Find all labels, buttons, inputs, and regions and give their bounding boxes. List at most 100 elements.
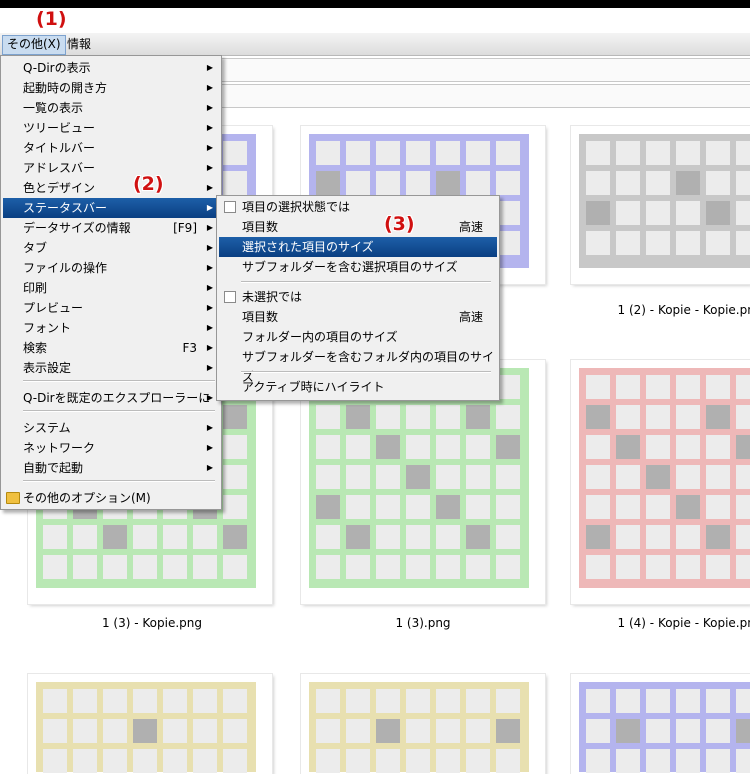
grid-cell: [436, 749, 460, 773]
submenu-item-7[interactable]: サブフォルダーを含むフォルダ内の項目のサイズ: [219, 347, 497, 384]
grid-cell: [736, 525, 750, 549]
menu-item-18[interactable]: ネットワーク ▶: [3, 438, 219, 458]
address-bar[interactable]: [218, 58, 750, 82]
menu-item-12[interactable]: プレビュー ▶: [3, 298, 219, 318]
menu-item-label: 色とデザイン: [23, 181, 96, 195]
submenu-arrow-icon: ▶: [206, 443, 213, 452]
menu-item-8[interactable]: データサイズの情報 [F9] ▶: [3, 218, 219, 238]
submenu-item-label: 選択された項目のサイズ: [242, 240, 374, 254]
submenu-item-2[interactable]: 選択された項目のサイズ: [219, 237, 497, 257]
menu-item-5[interactable]: アドレスバー ▶: [3, 158, 219, 178]
grid-cell: [103, 749, 127, 773]
path-bar[interactable]: [218, 84, 750, 108]
grid-cell: [376, 465, 400, 489]
menu-other[interactable]: その他(X): [2, 35, 66, 55]
submenu-arrow-icon: ▶: [206, 103, 213, 112]
menu-item-11[interactable]: 印刷 ▶: [3, 278, 219, 298]
menu-item-20[interactable]: その他のオプション(M): [3, 488, 219, 508]
menu-item-7[interactable]: ステータスバー ▶: [3, 198, 219, 218]
grid-cell: [676, 405, 700, 429]
grid-cell: [736, 495, 750, 519]
submenu-arrow-icon: ▶: [206, 243, 213, 252]
submenu-item-8[interactable]: アクティブ時にハイライト: [219, 377, 497, 397]
menu-item-6[interactable]: 色とデザイン ▶: [3, 178, 219, 198]
grid-cell: [496, 749, 520, 773]
grid-cell: [406, 405, 430, 429]
grid-cell: [736, 749, 750, 773]
menu-item-3[interactable]: ツリービュー ▶: [3, 118, 219, 138]
submenu-item-1[interactable]: 項目数 高速: [219, 217, 497, 237]
submenu-item-3[interactable]: サブフォルダーを含む選択項目のサイズ: [219, 257, 497, 277]
grid-cell: [346, 719, 370, 743]
thumbnail[interactable]: [301, 674, 545, 774]
grid-cell: [616, 141, 640, 165]
grid-cell: [133, 749, 157, 773]
menu-item-13[interactable]: フォント ▶: [3, 318, 219, 338]
grid-cell: [496, 141, 520, 165]
grid-cell: [676, 465, 700, 489]
menu-item-16[interactable]: Q-Dirを既定のエクスプローラーに ▶: [3, 388, 219, 408]
menu-info[interactable]: 情報: [63, 35, 95, 53]
menu-item-1[interactable]: 起動時の開き方 ▶: [3, 78, 219, 98]
grid-cell: [736, 171, 750, 195]
grid-cell: [163, 689, 187, 713]
other-menu: Q-Dirの表示 ▶ 起動時の開き方 ▶ 一覧の表示 ▶ ツリービュー ▶ タイトルバー ▶ アドレ…: [0, 55, 222, 510]
grid-cell: [436, 689, 460, 713]
submenu-item-5[interactable]: 項目数 高速: [219, 307, 497, 327]
grid-cell: [223, 749, 247, 773]
grid-cell: [586, 555, 610, 579]
thumbnail[interactable]: [28, 674, 272, 774]
grid-cell: [706, 375, 730, 399]
submenu-arrow-icon: ▶: [206, 263, 213, 272]
grid-cell: [616, 719, 640, 743]
menu-item-14[interactable]: 検索 F3 ▶: [3, 338, 219, 358]
grid-cell: [436, 555, 460, 579]
grid-cell: [73, 689, 97, 713]
menu-item-15[interactable]: 表示設定 ▶: [3, 358, 219, 378]
grid-cell: [706, 749, 730, 773]
thumbnail[interactable]: [571, 126, 750, 284]
grid-cell: [706, 201, 730, 225]
menu-item-shortcut: F3: [182, 341, 197, 355]
grid-cell: [646, 435, 670, 459]
menu-item-label: Q-Dirを既定のエクスプローラーに: [23, 391, 211, 405]
grid-cell: [466, 555, 490, 579]
menu-item-2[interactable]: 一覧の表示 ▶: [3, 98, 219, 118]
file-name: 1 (2) - Kopie - Kopie.png: [617, 303, 750, 317]
grid-cell: [586, 141, 610, 165]
grid-cell: [133, 689, 157, 713]
checkbox-icon: [224, 201, 236, 213]
menu-item-label: 自動で起動: [23, 461, 84, 475]
thumbnail[interactable]: [571, 360, 750, 604]
thumbnail[interactable]: [571, 674, 750, 774]
grid-cell: [706, 171, 730, 195]
grid-cell: [646, 201, 670, 225]
submenu-item-4[interactable]: 未選択では: [219, 287, 497, 307]
submenu-item-label: アクティブ時にハイライト: [242, 380, 385, 394]
grid-cell: [616, 689, 640, 713]
menu-item-0[interactable]: Q-Dirの表示 ▶: [3, 58, 219, 78]
menu-item-9[interactable]: タブ ▶: [3, 238, 219, 258]
grid-cell: [346, 435, 370, 459]
menu-separator: [241, 371, 491, 373]
grid-cell: [676, 749, 700, 773]
grid-cell: [586, 171, 610, 195]
menu-item-17[interactable]: システム ▶: [3, 418, 219, 438]
grid-cell: [466, 525, 490, 549]
submenu-item-0[interactable]: 項目の選択状態では: [219, 197, 497, 217]
grid-cell: [316, 525, 340, 549]
menu-item-4[interactable]: タイトルバー ▶: [3, 138, 219, 158]
submenu-arrow-icon: ▶: [206, 203, 213, 212]
submenu-item-6[interactable]: フォルダー内の項目のサイズ: [219, 327, 497, 347]
grid-cell: [316, 689, 340, 713]
grid-cell: [466, 435, 490, 459]
grid-cell: [616, 749, 640, 773]
menu-item-label: ネットワーク: [23, 441, 96, 455]
grid-cell: [133, 525, 157, 549]
grid-cell: [616, 375, 640, 399]
grid-cell: [646, 375, 670, 399]
menu-item-19[interactable]: 自動で起動 ▶: [3, 458, 219, 478]
menu-item-10[interactable]: ファイルの操作 ▶: [3, 258, 219, 278]
grid-cell: [676, 555, 700, 579]
menu-separator: [241, 281, 491, 283]
